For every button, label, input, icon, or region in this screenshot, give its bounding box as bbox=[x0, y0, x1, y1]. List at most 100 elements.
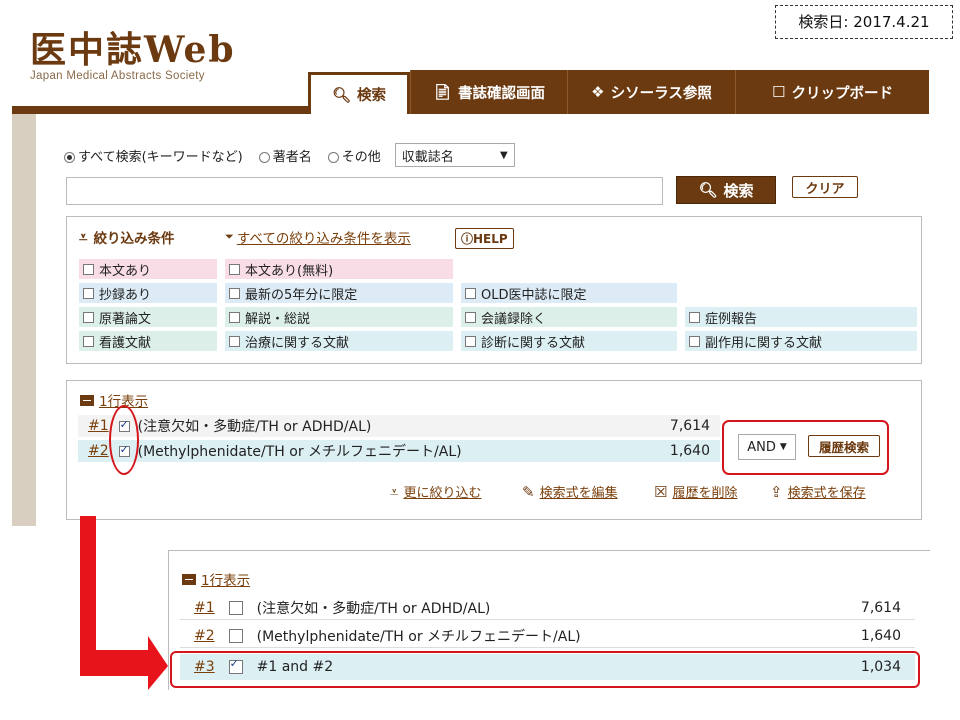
help-button[interactable]: ⓘHELP bbox=[455, 228, 514, 249]
filter-nursing[interactable]: 看護文献 bbox=[79, 331, 217, 351]
history-row-number[interactable]: #2 bbox=[88, 443, 109, 459]
operator-select[interactable]: AND ▼ bbox=[738, 434, 796, 460]
result-row: #1 (注意欠如・多動症/TH or ADHD/AL) 7,614 bbox=[180, 596, 915, 620]
search-button-label: 検索 bbox=[723, 181, 754, 200]
show-all-filters-label: すべての絞り込み条件を表示 bbox=[236, 231, 411, 247]
result-row-number[interactable]: #2 bbox=[194, 628, 215, 644]
search-mode-group: すべて検索(キーワードなど) 著者名 その他 収載誌名 ▼ bbox=[64, 143, 515, 167]
checkbox-icon bbox=[229, 335, 240, 347]
checkbox-icon bbox=[465, 311, 476, 323]
filter-label: 診断に関する文献 bbox=[481, 335, 586, 351]
left-side-bar bbox=[12, 114, 36, 526]
radio-other[interactable]: その他 bbox=[327, 146, 381, 165]
radio-author-label: 著者名 bbox=[272, 149, 312, 165]
filter-old-ichushi[interactable]: OLD医中誌に限定 bbox=[461, 283, 677, 303]
edit-icon: ✎ bbox=[522, 482, 535, 501]
checkbox-icon bbox=[83, 287, 94, 299]
radio-all-search-label: すべて検索(キーワードなど) bbox=[78, 149, 243, 165]
search-icon: 🔍︎ bbox=[698, 181, 718, 199]
filter-fulltext-free[interactable]: 本文あり(無料) bbox=[225, 259, 453, 279]
tab-bibliography[interactable]: 📄︎ 書誌確認画面 bbox=[410, 70, 567, 114]
history-row-query: (注意欠如・多動症/TH or ADHD/AL) bbox=[137, 419, 372, 435]
checkbox-icon[interactable] bbox=[228, 600, 243, 615]
filter-title-label: 絞り込み条件 bbox=[93, 231, 175, 247]
show-all-filters-link[interactable]: ⏷ すべての絞り込み条件を表示 bbox=[225, 227, 411, 247]
save-query-link[interactable]: ⇪ 検索式を保存 bbox=[770, 482, 866, 502]
question-icon: ⓘ bbox=[461, 232, 474, 246]
radio-author[interactable]: 著者名 bbox=[258, 146, 312, 165]
thesaurus-icon: ❖ bbox=[591, 83, 605, 101]
checkbox-highlight-oval bbox=[109, 405, 139, 475]
refine-link[interactable]: ⩡ 更に絞り込む bbox=[390, 482, 482, 502]
operator-value: AND bbox=[747, 439, 776, 455]
tab-clipboard[interactable]: ☐ クリップボード bbox=[735, 70, 929, 114]
checkbox-icon bbox=[229, 287, 240, 299]
edit-query-link[interactable]: ✎ 検索式を編集 bbox=[522, 482, 618, 502]
search-icon: 🔍︎ bbox=[331, 85, 352, 104]
search-button[interactable]: 🔍︎ 検索 bbox=[676, 176, 776, 204]
filter-label: 会議録除く bbox=[481, 311, 547, 327]
filter-review[interactable]: 解説・総説 bbox=[225, 307, 453, 327]
tab-bibliography-label: 書誌確認画面 bbox=[458, 85, 546, 102]
filter-exclude-proceedings[interactable]: 会議録除く bbox=[461, 307, 677, 327]
filter-label: 本文あり bbox=[99, 263, 152, 279]
chevron-down-icon: ▼ bbox=[500, 149, 508, 161]
filter-icon: ⩡ bbox=[79, 228, 88, 246]
checkbox-icon bbox=[83, 311, 94, 323]
one-line-toggle[interactable]: 1行表示 bbox=[80, 390, 148, 410]
filter-label: 最新の5年分に限定 bbox=[245, 287, 358, 303]
filter-side-effects[interactable]: 副作用に関する文献 bbox=[685, 331, 917, 351]
filter-label: 抄録あり bbox=[99, 287, 152, 303]
result-one-line-toggle[interactable]: 1行表示 bbox=[182, 569, 250, 589]
result-one-line-toggle-label: 1行表示 bbox=[201, 573, 251, 589]
filter-label: 副作用に関する文献 bbox=[705, 335, 823, 351]
history-row-query: (Methylphenidate/TH or メチルフェニデート/AL) bbox=[137, 444, 462, 460]
filter-panel: ⩡ 絞り込み条件 ⏷ すべての絞り込み条件を表示 ⓘHELP 本文あり 本文あり… bbox=[66, 216, 922, 364]
delete-history-link-label: 履歴を削除 bbox=[672, 486, 738, 501]
search-date-label: 検索日: 2017.4.21 bbox=[775, 5, 953, 39]
history-search-button[interactable]: 履歴検索 bbox=[808, 435, 880, 457]
collapse-icon bbox=[182, 573, 196, 585]
tab-search-label: 検索 bbox=[357, 88, 387, 104]
history-row-number[interactable]: #1 bbox=[88, 418, 109, 434]
result-row-number[interactable]: #1 bbox=[194, 600, 215, 616]
save-icon: ⇪ bbox=[770, 482, 783, 501]
clear-button[interactable]: クリア bbox=[792, 176, 858, 198]
filter-fulltext[interactable]: 本文あり bbox=[79, 259, 217, 279]
checkbox-icon bbox=[229, 263, 240, 275]
filter-diagnosis[interactable]: 診断に関する文献 bbox=[461, 331, 677, 351]
tab-thesaurus-label: シソーラス参照 bbox=[610, 85, 712, 102]
field-select[interactable]: 収載誌名 ▼ bbox=[394, 143, 515, 167]
search-input[interactable] bbox=[66, 177, 663, 205]
filter-treatment[interactable]: 治療に関する文献 bbox=[225, 331, 453, 351]
result-highlight-box bbox=[170, 651, 920, 688]
checkbox-icon bbox=[465, 335, 476, 347]
tab-search[interactable]: 🔍︎ 検索 bbox=[308, 72, 410, 114]
result-row-query: (Methylphenidate/TH or メチルフェニデート/AL) bbox=[256, 628, 581, 645]
tab-thesaurus[interactable]: ❖ シソーラス参照 bbox=[567, 70, 735, 114]
edit-query-link-label: 検索式を編集 bbox=[539, 486, 618, 501]
filter-label: 症例報告 bbox=[705, 311, 758, 327]
filter-icon: ⩡ bbox=[390, 482, 399, 501]
filter-original-article[interactable]: 原著論文 bbox=[79, 307, 217, 327]
delete-icon: ☒ bbox=[654, 482, 668, 501]
filter-title: ⩡ 絞り込み条件 bbox=[79, 227, 174, 247]
filter-label: 本文あり(無料) bbox=[245, 263, 334, 279]
save-query-link-label: 検索式を保存 bbox=[787, 486, 866, 501]
collapse-icon bbox=[80, 394, 94, 406]
filter-abstract[interactable]: 抄録あり bbox=[79, 283, 217, 303]
filter-label: OLD医中誌に限定 bbox=[481, 287, 587, 303]
result-row-count: 1,640 bbox=[860, 627, 901, 644]
clipboard-icon: ☐ bbox=[772, 83, 786, 101]
checkbox-icon bbox=[83, 335, 94, 347]
refine-link-label: 更に絞り込む bbox=[403, 486, 482, 501]
delete-history-link[interactable]: ☒ 履歴を削除 bbox=[654, 482, 738, 502]
filter-latest-5-years[interactable]: 最新の5年分に限定 bbox=[225, 283, 453, 303]
document-icon: 📄︎ bbox=[432, 83, 453, 101]
filter-case-report[interactable]: 症例報告 bbox=[685, 307, 917, 327]
radio-all-search[interactable]: すべて検索(キーワードなど) bbox=[64, 146, 243, 165]
checkbox-icon[interactable] bbox=[228, 628, 243, 643]
main-tab-bar: 🔍︎ 検索 📄︎ 書誌確認画面 ❖ シソーラス参照 ☐ クリップボード bbox=[12, 70, 929, 114]
chevron-down-icon: ▼ bbox=[779, 442, 787, 452]
filter-label: 看護文献 bbox=[99, 335, 152, 351]
